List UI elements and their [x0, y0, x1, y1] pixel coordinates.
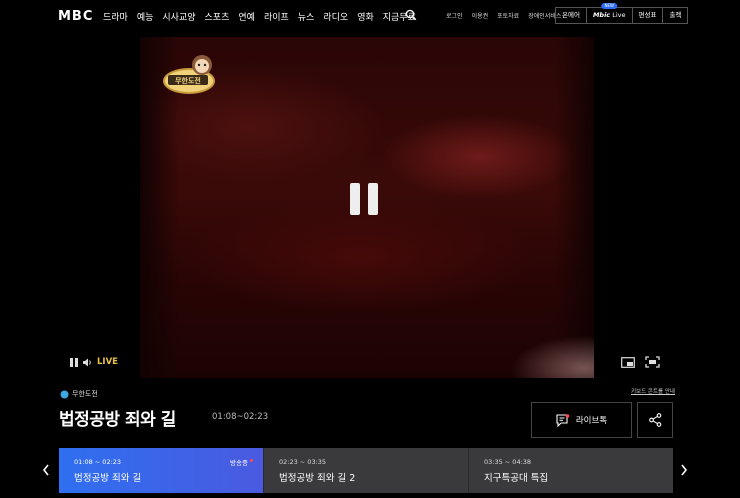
header-buttons: 온에어 NEW Mbic Live 편성표 출첵 [555, 3, 689, 24]
video-scene-highlight [474, 318, 594, 378]
keyboard-guide-link[interactable]: 키보드 콘트롤 안내 [631, 387, 675, 395]
schedule-item[interactable]: 01:08 ~ 02:23 법정공방 죄와 길 방송중 [59, 448, 264, 493]
chevron-right-icon [681, 464, 688, 476]
mbc-logo[interactable]: MBC [58, 9, 93, 24]
main-nav: 드라마 예능 시사교양 스포츠 연예 라이프 뉴스 라디오 영화 지금무료 [103, 10, 425, 23]
nav-item-celebrity[interactable]: 연예 [238, 10, 255, 23]
new-badge: NEW [601, 3, 617, 9]
nav-item-radio[interactable]: 라디오 [323, 10, 348, 23]
top-header: MBC 드라마 예능 시사교양 스포츠 연예 라이프 뉴스 라디오 영화 지금무… [0, 0, 740, 32]
schedule-strip: 01:08 ~ 02:23 법정공방 죄와 길 방송중 02:23 ~ 03:3… [59, 448, 673, 493]
video-player[interactable]: 무한도전 [140, 37, 594, 378]
volume-icon[interactable] [82, 357, 93, 368]
program-logo-icon: 무한도전 [163, 55, 215, 94]
onair-button[interactable]: 온에어 [555, 7, 587, 24]
episode-title: 법정공방 죄와 길 [59, 410, 176, 430]
onair-label: 방송중 [230, 459, 248, 467]
util-links: 로그인 이용권 포토자료 장애인서비스 [446, 11, 570, 20]
photo-link[interactable]: 포토자료 [497, 11, 519, 20]
schedule-button[interactable]: 편성표 [631, 7, 664, 24]
nav-item-news[interactable]: 뉴스 [298, 10, 315, 23]
mbic-live-button[interactable]: NEW Mbic Live [585, 3, 633, 24]
program-label[interactable]: 무한도전 [60, 389, 98, 399]
schedule-next-button[interactable] [676, 460, 692, 480]
schedule-title: 법정공방 죄와 길 2 [279, 473, 356, 484]
schedule-time: 03:35 ~ 04:38 [484, 458, 532, 466]
onair-badge: 방송중 [230, 457, 253, 467]
live-label: Live [610, 11, 626, 19]
nav-item-drama[interactable]: 드라마 [103, 10, 128, 23]
mbic-label: Mbic [592, 11, 611, 19]
pause-icon[interactable] [70, 358, 78, 367]
login-link[interactable]: 로그인 [446, 11, 463, 20]
onair-dot [250, 458, 253, 462]
livetalk-label: 라이브톡 [575, 416, 608, 426]
nav-item-entertainment[interactable]: 예능 [137, 10, 154, 23]
nav-item-sports[interactable]: 스포츠 [205, 10, 230, 23]
share-icon [648, 413, 661, 427]
search-icon[interactable] [405, 9, 417, 21]
live-indicator: LIVE [97, 357, 118, 367]
schedule-title: 지구특공대 특집 [484, 473, 549, 484]
share-button[interactable] [637, 402, 673, 438]
nav-item-movie[interactable]: 영화 [357, 10, 374, 23]
fullscreen-icon[interactable] [645, 356, 660, 368]
ticket-link[interactable]: 이용권 [472, 11, 489, 20]
schedule-time: 02:23 ~ 03:35 [279, 458, 327, 466]
schedule-item[interactable]: 03:35 ~ 04:38 지구특공대 특집 [469, 448, 673, 493]
program-logo-label: 무한도전 [175, 76, 201, 85]
program-icon [60, 390, 69, 398]
nav-item-life[interactable]: 라이프 [264, 10, 289, 23]
broadcast-time: 01:08~02:23 [212, 412, 269, 422]
pip-icon[interactable] [621, 357, 635, 368]
nav-item-current-affairs[interactable]: 시사교양 [162, 10, 195, 23]
schedule-prev-button[interactable] [38, 460, 54, 480]
chat-icon [556, 413, 570, 427]
center-pause-button[interactable] [350, 183, 380, 215]
livetalk-button[interactable]: 라이브톡 [531, 402, 632, 438]
attendance-button[interactable]: 출첵 [662, 7, 689, 24]
program-name: 무한도전 [72, 390, 98, 398]
schedule-item[interactable]: 02:23 ~ 03:35 법정공방 죄와 길 2 [264, 448, 469, 493]
schedule-title: 법정공방 죄와 길 [74, 473, 142, 484]
chevron-left-icon [42, 464, 49, 476]
